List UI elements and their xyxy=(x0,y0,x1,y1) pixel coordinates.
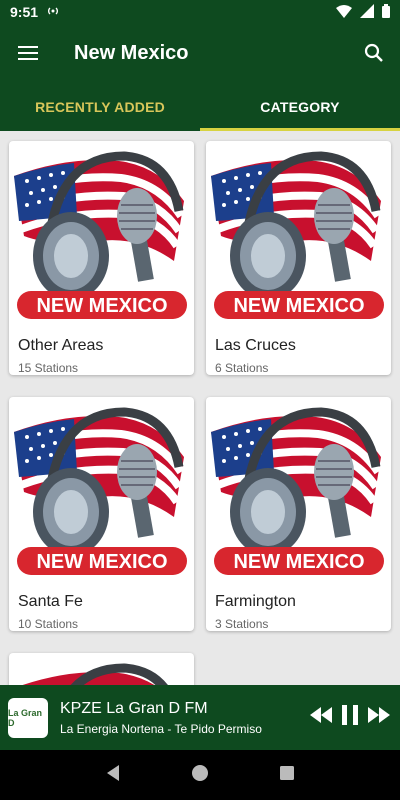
banner-text: NEW MEXICO xyxy=(36,551,167,573)
app-bar: New Mexico xyxy=(0,24,400,82)
menu-icon[interactable] xyxy=(0,24,56,82)
tab-category[interactable]: CATEGORY xyxy=(200,82,400,131)
category-name: Other Areas xyxy=(18,337,104,354)
new-mexico-radio-artwork xyxy=(22,663,168,685)
broadcast-icon xyxy=(46,4,60,20)
new-mexico-radio-artwork: NEW MEXICO xyxy=(211,407,384,575)
new-mexico-radio-artwork: NEW MEXICO xyxy=(211,151,384,319)
battery-icon xyxy=(382,3,390,21)
station-logo: La Gran D xyxy=(8,697,48,738)
category-name: Las Cruces xyxy=(215,337,296,354)
tab-recently-added[interactable]: RECENTLY ADDED xyxy=(0,82,200,131)
now-playing-station: KPZE La Gran D FM xyxy=(60,699,208,717)
category-card-las-cruces[interactable]: NEW MEXICO Las Cruces 6 Stations xyxy=(206,141,391,375)
banner-text: NEW MEXICO xyxy=(233,551,364,573)
category-card-other-areas[interactable]: NEW MEXICO Other Areas 15 Stations xyxy=(9,141,194,375)
tab-bar: RECENTLY ADDED CATEGORY xyxy=(0,82,400,131)
recents-icon[interactable] xyxy=(279,765,295,786)
signal-icon xyxy=(360,3,374,21)
category-name: Santa Fe xyxy=(18,593,83,610)
new-mexico-radio-artwork: NEW MEXICO xyxy=(14,407,187,575)
back-icon[interactable] xyxy=(105,764,121,787)
mini-player[interactable]: La Gran D KPZE La Gran D FM La Energia N… xyxy=(0,685,400,750)
home-icon[interactable] xyxy=(191,764,209,787)
banner-text: NEW MEXICO xyxy=(36,295,167,317)
search-icon[interactable] xyxy=(348,24,400,82)
player-info: KPZE La Gran D FM La Energia Nortena - T… xyxy=(60,700,262,736)
station-count: 15 Stations xyxy=(18,361,79,375)
system-nav-bar xyxy=(0,750,400,800)
station-count: 10 Stations xyxy=(18,617,79,631)
page-title: New Mexico xyxy=(74,41,189,64)
status-icons xyxy=(336,3,390,21)
banner-text: NEW MEXICO xyxy=(233,295,364,317)
new-mexico-radio-artwork: NEW MEXICO xyxy=(14,151,187,319)
category-card-farmington[interactable]: NEW MEXICO Farmington 3 Stations xyxy=(206,397,391,631)
category-grid: NEW MEXICO Other Areas 15 Stations NEW M… xyxy=(0,131,400,685)
fast-forward-icon[interactable] xyxy=(368,707,390,728)
status-bar: 9:51 xyxy=(0,0,400,24)
station-count: 3 Stations xyxy=(215,617,269,631)
station-count: 6 Stations xyxy=(215,361,269,375)
status-time: 9:51 xyxy=(10,4,39,20)
category-card-partial[interactable] xyxy=(9,653,194,685)
pause-icon[interactable] xyxy=(340,704,360,731)
player-controls xyxy=(310,704,390,731)
wifi-icon xyxy=(336,4,352,21)
now-playing-song: La Energia Nortena - Te Pido Permiso xyxy=(60,721,262,736)
rewind-icon[interactable] xyxy=(310,707,332,728)
category-name: Farmington xyxy=(215,593,296,610)
category-card-santa-fe[interactable]: NEW MEXICO Santa Fe 10 Stations xyxy=(9,397,194,631)
